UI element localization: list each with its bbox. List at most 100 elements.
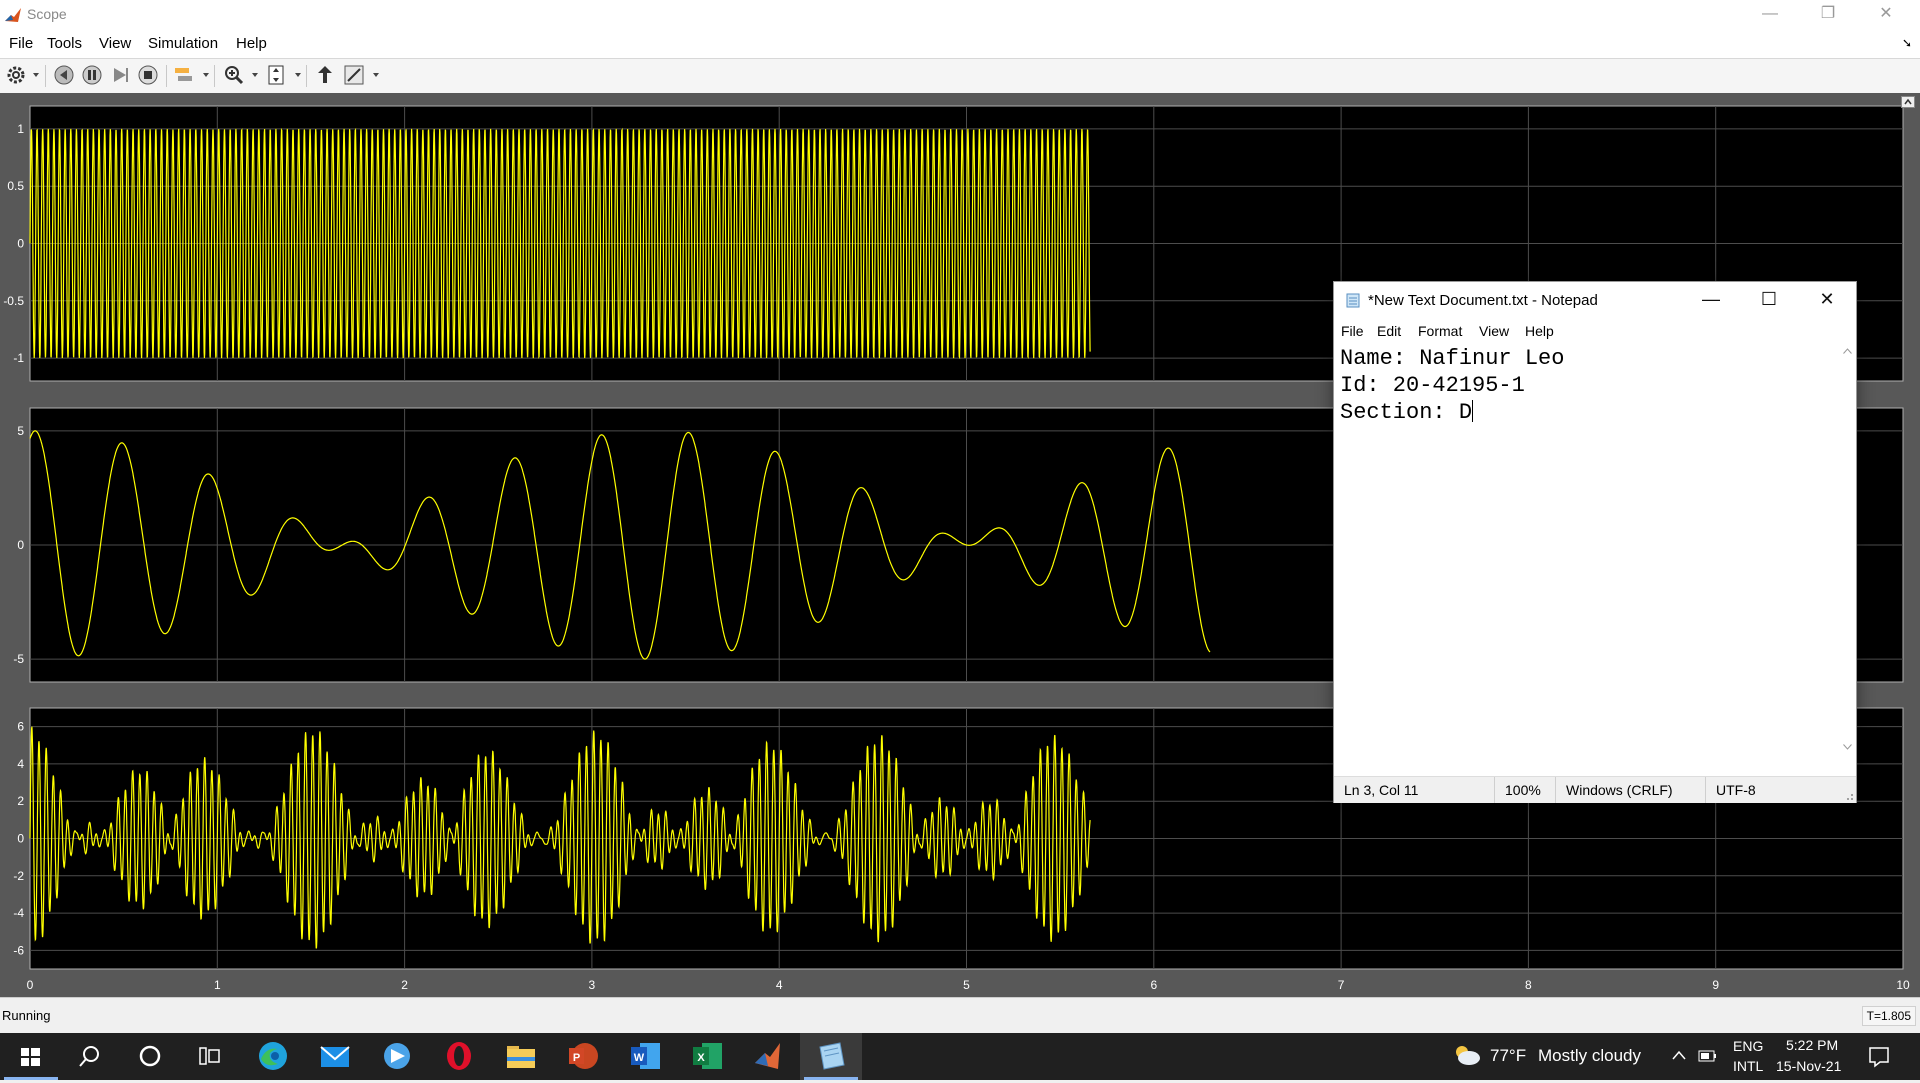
x-tick-label: 8 — [1525, 978, 1532, 992]
notepad-text-area[interactable]: Name: Nafinur Leo Id: 20-42195-1 Section: … — [1340, 345, 1834, 755]
toolbar-separator — [214, 65, 215, 87]
y-tick-label: 2 — [17, 794, 24, 808]
svg-text:X: X — [697, 1052, 705, 1064]
minimize-button[interactable]: — — [1741, 0, 1799, 30]
svg-text:P: P — [573, 1052, 580, 1064]
stop-icon[interactable] — [136, 63, 160, 87]
status-bar: Running T=1.805 — [0, 997, 1920, 1034]
undock-arrow-icon[interactable]: ➘ — [1902, 36, 1912, 50]
settings-icon[interactable] — [4, 63, 28, 87]
task-view-icon[interactable] — [178, 1033, 240, 1080]
matlab-scope-icon — [5, 8, 21, 22]
step-forward-icon[interactable] — [108, 63, 132, 87]
notepad-vertical-scrollbar[interactable] — [1839, 344, 1856, 756]
close-button[interactable]: ✕ — [1857, 0, 1915, 30]
y-tick-label: 4 — [17, 757, 24, 771]
notepad-menu-help[interactable]: Help — [1525, 323, 1554, 339]
menu-help[interactable]: Help — [236, 35, 267, 52]
word-icon[interactable]: W — [614, 1033, 676, 1080]
powerpoint-icon[interactable]: P — [552, 1033, 614, 1080]
notepad-menu-bar: File Edit Format View Help — [1334, 318, 1856, 344]
highlight-dropdown-icon[interactable] — [203, 73, 209, 77]
x-tick-label: 6 — [1150, 978, 1157, 992]
svg-text:W: W — [634, 1052, 645, 1064]
menu-file[interactable]: File — [9, 35, 33, 52]
notepad-menu-file[interactable]: File — [1341, 323, 1364, 339]
weather-condition[interactable]: Mostly cloudy — [1538, 1046, 1641, 1066]
y-tick-label: -2 — [13, 869, 24, 883]
simulation-time: T=1.805 — [1861, 1006, 1916, 1026]
notepad-icon — [819, 1042, 845, 1070]
notepad-minimize-button[interactable]: — — [1682, 282, 1740, 318]
y-tick-label: 0.5 — [7, 179, 24, 193]
y-tick-label: 0 — [17, 832, 24, 846]
zoom-dropdown-icon[interactable] — [252, 73, 258, 77]
scroll-up-icon[interactable] — [1843, 348, 1852, 354]
step-back-icon[interactable] — [52, 63, 76, 87]
encoding: UTF-8 — [1705, 777, 1835, 803]
toolbar-separator — [306, 65, 307, 87]
notepad-taskbar-button[interactable] — [800, 1033, 862, 1080]
settings-dropdown-icon[interactable] — [33, 73, 39, 77]
mail-icon[interactable] — [304, 1033, 366, 1080]
line-ending: Windows (CRLF) — [1555, 777, 1705, 803]
photos-icon[interactable] — [366, 1033, 428, 1080]
restore-button[interactable]: ❐ — [1799, 0, 1857, 30]
autoscale-icon[interactable] — [264, 63, 288, 87]
notepad-menu-format[interactable]: Format — [1418, 323, 1462, 339]
keyboard-layout[interactable]: INTL — [1733, 1058, 1763, 1074]
file-explorer-icon[interactable] — [490, 1033, 552, 1080]
notepad-app-icon — [1346, 293, 1360, 308]
show-hidden-icons-chevron-icon[interactable] — [1671, 1049, 1687, 1061]
highlight-icon[interactable] — [172, 63, 196, 87]
cortana-icon[interactable] — [118, 1033, 180, 1080]
zoom-level: 100% — [1494, 777, 1555, 803]
taskbar: P W X 77°F Mostly cloudy ENG INTL 5:22 P… — [0, 1033, 1920, 1080]
notepad-title: *New Text Document.txt - Notepad — [1368, 292, 1598, 309]
search-icon[interactable] — [58, 1033, 120, 1080]
cursor-position: Ln 3, Col 11 — [1344, 782, 1419, 798]
y-tick-label: 1 — [17, 122, 24, 136]
opera-icon[interactable] — [428, 1033, 490, 1080]
x-tick-label: 7 — [1338, 978, 1345, 992]
x-tick-label: 3 — [589, 978, 596, 992]
language-code[interactable]: ENG — [1733, 1038, 1763, 1054]
style-dropdown-icon[interactable] — [373, 73, 379, 77]
zoom-icon[interactable] — [222, 63, 246, 87]
edge-icon[interactable] — [242, 1033, 304, 1080]
restore-layout-icon[interactable] — [313, 63, 337, 87]
excel-icon[interactable]: X — [676, 1033, 738, 1080]
y-tick-label: -1 — [13, 351, 24, 365]
notification-center-icon[interactable] — [1868, 1046, 1890, 1068]
x-tick-label: 0 — [27, 978, 34, 992]
menu-view[interactable]: View — [99, 35, 131, 52]
x-tick-label: 5 — [963, 978, 970, 992]
autoscale-dropdown-icon[interactable] — [295, 73, 301, 77]
y-tick-label: 6 — [17, 720, 24, 734]
window-title: Scope — [27, 6, 67, 22]
style-icon[interactable] — [342, 63, 366, 87]
windows-start-icon[interactable] — [0, 1033, 62, 1080]
pause-icon[interactable] — [80, 63, 104, 87]
notepad-menu-view[interactable]: View — [1479, 323, 1509, 339]
notepad-menu-edit[interactable]: Edit — [1377, 323, 1401, 339]
notepad-maximize-button[interactable]: ☐ — [1740, 282, 1798, 318]
toolbar-separator — [166, 65, 167, 87]
y-tick-label: -5 — [13, 652, 24, 666]
matlab-icon[interactable] — [738, 1033, 800, 1080]
clock-time[interactable]: 5:22 PM — [1786, 1037, 1838, 1053]
weather-temperature[interactable]: 77°F — [1490, 1046, 1526, 1066]
undock-axes-icon[interactable] — [1901, 96, 1915, 108]
notepad-close-button[interactable]: ✕ — [1798, 282, 1856, 318]
resize-grip-icon[interactable] — [1844, 791, 1854, 801]
menu-simulation[interactable]: Simulation — [148, 35, 218, 52]
text-line: Id: 20-42195-1 — [1340, 373, 1525, 398]
notepad-window[interactable]: *New Text Document.txt - Notepad — ☐ ✕ F… — [1333, 281, 1857, 803]
weather-cloud-icon[interactable] — [1452, 1043, 1482, 1067]
menu-tools[interactable]: Tools — [47, 35, 82, 52]
scroll-down-icon[interactable] — [1843, 744, 1852, 750]
battery-icon[interactable] — [1698, 1047, 1718, 1065]
y-tick-label: 5 — [17, 424, 24, 438]
clock-date[interactable]: 15-Nov-21 — [1776, 1058, 1841, 1074]
notepad-title-bar[interactable]: *New Text Document.txt - Notepad — ☐ ✕ — [1334, 282, 1856, 318]
